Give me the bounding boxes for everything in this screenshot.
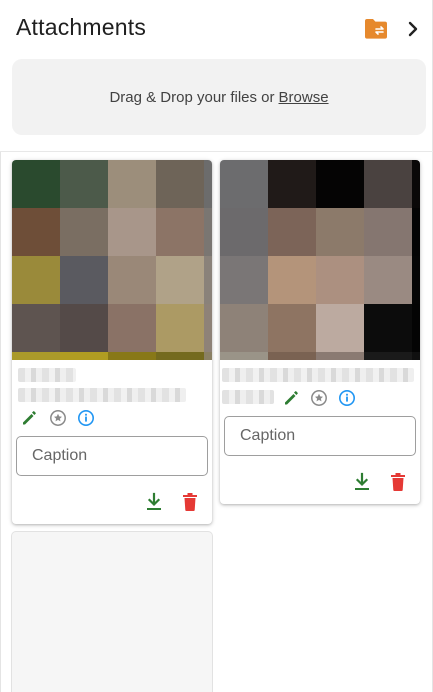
thumbnail-tile (412, 256, 420, 304)
thumbnail-tile (12, 304, 60, 352)
thumbnail-tile (108, 208, 156, 256)
thumbnail-tile (412, 352, 420, 360)
divider (0, 151, 433, 152)
thumbnail-tile (268, 256, 316, 304)
attachment-thumbnail[interactable] (12, 160, 212, 360)
thumbnail-tile (204, 304, 212, 352)
pencil-icon[interactable] (20, 409, 38, 427)
thumbnail-tile (12, 352, 60, 360)
pencil-icon[interactable] (282, 389, 300, 407)
thumbnail-tile (60, 208, 108, 256)
attachment-card-placeholder (12, 532, 212, 692)
download-icon[interactable] (353, 472, 371, 492)
thumbnail-tile (268, 160, 316, 208)
thumbnail-tile (220, 304, 268, 352)
caption-input[interactable] (224, 416, 416, 456)
panel-header: Attachments (0, 0, 433, 58)
thumbnail-tile (12, 208, 60, 256)
thumbnail-tile (204, 160, 212, 208)
thumbnail-tile (156, 208, 204, 256)
thumbnail-tile (156, 160, 204, 208)
thumbnail-tile (268, 208, 316, 256)
thumbnail-tile (220, 208, 268, 256)
thumbnail-tile (204, 352, 212, 360)
thumbnail-tile (316, 304, 364, 352)
chevron-right-icon[interactable] (403, 18, 423, 40)
thumbnail-tile (364, 208, 412, 256)
file-details-redacted (18, 388, 186, 402)
thumbnail-tile (12, 256, 60, 304)
thumbnail-tile (364, 304, 412, 352)
info-icon[interactable] (77, 409, 95, 427)
attachment-card (12, 160, 212, 524)
thumbnail-tile (316, 256, 364, 304)
download-icon[interactable] (145, 492, 163, 512)
file-dropzone[interactable]: Drag & Drop your files or Browse (12, 59, 426, 135)
thumbnail-tile (268, 304, 316, 352)
browse-link[interactable]: Browse (279, 89, 329, 106)
thumbnail-tile (204, 256, 212, 304)
attachments-panel: Attachments Drag & Drop your files or Br… (0, 0, 433, 692)
thumbnail-tile (364, 160, 412, 208)
thumbnail-tile (60, 160, 108, 208)
thumbnail-tile (412, 208, 420, 256)
dropzone-text: Drag & Drop your files or (109, 88, 275, 106)
info-icon[interactable] (338, 389, 356, 407)
thumbnail-tile (108, 160, 156, 208)
thumbnail-tile (108, 304, 156, 352)
delete-icon[interactable] (389, 472, 407, 492)
file-name-redacted (222, 368, 414, 382)
folder-swap-icon[interactable] (364, 18, 388, 40)
thumbnail-tile (60, 352, 108, 360)
star-icon[interactable] (310, 389, 328, 407)
thumbnail-tile (268, 352, 316, 360)
thumbnail-tile (316, 160, 364, 208)
divider (0, 152, 1, 692)
thumbnail-tile (108, 256, 156, 304)
thumbnail-tile (156, 256, 204, 304)
file-name-redacted (18, 368, 76, 382)
delete-icon[interactable] (181, 492, 199, 512)
file-details-redacted (222, 390, 274, 404)
thumbnail-tile (316, 352, 364, 360)
thumbnail-tile (220, 352, 268, 360)
thumbnail-tile (316, 208, 364, 256)
thumbnail-tile (412, 160, 420, 208)
star-icon[interactable] (49, 409, 67, 427)
thumbnail-tile (60, 256, 108, 304)
thumbnail-tile (60, 304, 108, 352)
thumbnail-tile (156, 352, 204, 360)
thumbnail-tile (12, 160, 60, 208)
caption-input[interactable] (16, 436, 208, 476)
attachment-card (220, 160, 420, 504)
thumbnail-tile (364, 352, 412, 360)
panel-title: Attachments (16, 14, 147, 40)
thumbnail-tile (364, 256, 412, 304)
attachment-thumbnail[interactable] (220, 160, 420, 360)
thumbnail-tile (204, 208, 212, 256)
thumbnail-tile (108, 352, 156, 360)
thumbnail-tile (220, 256, 268, 304)
thumbnail-tile (156, 304, 204, 352)
thumbnail-tile (220, 160, 268, 208)
thumbnail-tile (412, 304, 420, 352)
